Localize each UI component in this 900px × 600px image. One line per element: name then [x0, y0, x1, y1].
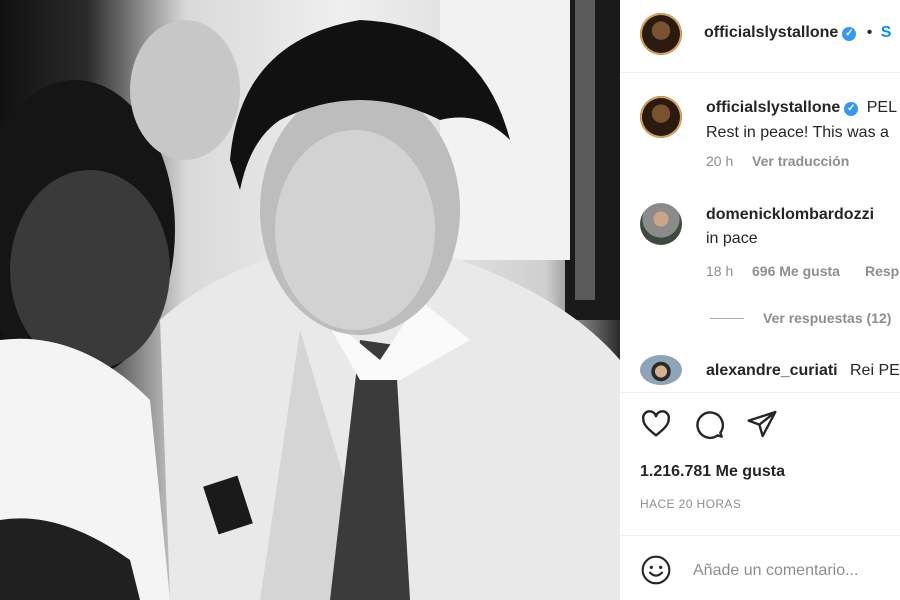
caption-avatar[interactable]: [640, 96, 682, 138]
comment-text: in pace: [706, 230, 758, 247]
comment-time[interactable]: 18 h: [706, 263, 733, 279]
emoji-icon[interactable]: [640, 554, 672, 586]
verified-badge-icon: ✓: [844, 102, 859, 116]
heart-icon[interactable]: [640, 408, 672, 440]
caption-time[interactable]: 20 h: [706, 153, 733, 169]
replies-line: [710, 318, 744, 319]
translate-link[interactable]: Ver traducción: [752, 153, 849, 169]
caption-prefix: PEL: [866, 99, 897, 116]
follow-button[interactable]: S: [881, 24, 892, 41]
verified-badge-icon: ✓: [842, 27, 857, 41]
share-icon[interactable]: [746, 408, 778, 440]
caption-username[interactable]: officialslystallone: [706, 99, 840, 116]
post-time-ago: HACE 20 HORAS: [640, 497, 742, 511]
header-divider: [620, 72, 900, 73]
comment-likes[interactable]: 696 Me gusta: [752, 263, 840, 279]
comment-input[interactable]: Añade un comentario...: [693, 562, 858, 580]
post-photo: [0, 0, 620, 600]
view-replies-button[interactable]: Ver respuestas (12): [763, 310, 891, 326]
caption-line: officialslystallone ✓ PEL: [706, 99, 897, 117]
actions-divider: [620, 392, 900, 393]
likes-count[interactable]: 1.216.781 Me gusta: [640, 463, 785, 481]
photo-illustration: [0, 0, 620, 600]
post-header: officialslystallone ✓ • S: [704, 24, 891, 42]
author-username[interactable]: officialslystallone: [704, 24, 838, 41]
commenter-avatar[interactable]: [640, 203, 682, 245]
comment-text: Rei PEL: [850, 362, 900, 379]
author-avatar[interactable]: [640, 13, 682, 55]
reply-button[interactable]: Respo: [865, 263, 900, 279]
comment-username[interactable]: alexandre_curiati: [706, 362, 838, 380]
comment-icon[interactable]: [693, 408, 725, 440]
comment-username[interactable]: domenicklombardozzi: [706, 206, 874, 224]
comment-divider: [620, 535, 900, 536]
commenter-avatar[interactable]: [640, 355, 682, 385]
caption-text: Rest in peace! This was a: [706, 124, 889, 141]
post-side-panel: officialslystallone ✓ • S officialslystal…: [620, 0, 900, 600]
header-bullet: •: [866, 24, 873, 41]
